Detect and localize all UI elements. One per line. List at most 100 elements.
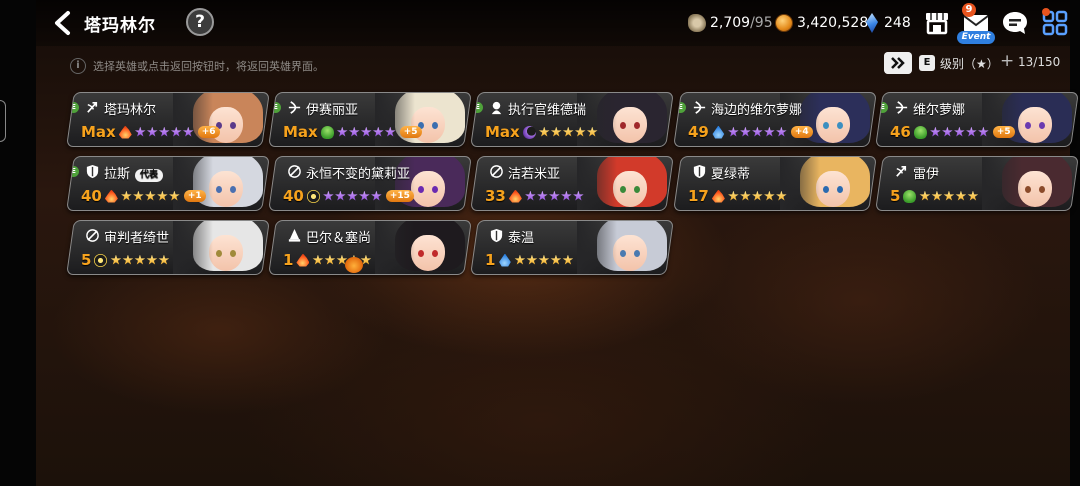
- left-screen-edge: [0, 0, 36, 486]
- star-icon: [324, 255, 335, 266]
- back-arrow-icon[interactable]: [50, 10, 74, 36]
- hero-card[interactable]: 海边的维尔萝娜 E 49 +4: [673, 92, 877, 147]
- sort-order-icon[interactable]: E: [919, 55, 935, 71]
- star-icon: [349, 127, 360, 138]
- hero-name: 审判者绮世: [104, 227, 169, 246]
- star-icon: [158, 255, 169, 266]
- hero-portrait: [375, 220, 472, 275]
- star-icon: [966, 127, 977, 138]
- hero-eye: [230, 122, 236, 129]
- hero-name-text: 维尔萝娜: [913, 103, 966, 118]
- hero-level: 40: [283, 187, 304, 205]
- hero-name: 塔玛林尔: [104, 99, 156, 118]
- crystal-resource[interactable]: 248: [866, 13, 911, 33]
- sort-toggle-button[interactable]: [884, 52, 912, 74]
- help-button[interactable]: ?: [186, 8, 214, 36]
- wood-element-icon: [320, 125, 334, 139]
- hero-card[interactable]: 夏绿蒂 17: [673, 156, 877, 211]
- hero-card[interactable]: 审判者绮世 5: [66, 220, 270, 275]
- hero-stats: Max +5: [283, 123, 422, 141]
- star-icon: [539, 127, 550, 138]
- star-icon: [563, 127, 574, 138]
- hero-eye: [1025, 122, 1031, 129]
- mail-count-badge: 9: [962, 3, 976, 17]
- fire-element-icon: [509, 190, 522, 203]
- hero-card[interactable]: 雷伊 5: [875, 156, 1079, 211]
- hero-eye: [1039, 122, 1045, 129]
- hero-card-content: 拉斯 代表 E 40 +1: [68, 156, 265, 211]
- expand-slots-button[interactable]: +: [1000, 52, 1014, 70]
- gold-resource[interactable]: 3,420,528: [775, 13, 868, 33]
- star-icon: [183, 127, 194, 138]
- star-rating: [539, 127, 599, 138]
- crystal-count: 248: [884, 15, 911, 31]
- sort-label[interactable]: 级别（★）: [940, 55, 999, 72]
- hero-face: [613, 171, 647, 207]
- side-handle[interactable]: [0, 100, 6, 142]
- hero-card[interactable]: 执行官维德瑞 E Max: [470, 92, 674, 147]
- chat-icon[interactable]: [1000, 8, 1030, 38]
- hero-card[interactable]: 伊赛丽亚 E Max +5: [268, 92, 472, 147]
- hero-card[interactable]: 泰温 1: [470, 220, 674, 275]
- right-screen-edge: [1070, 0, 1080, 486]
- hero-card[interactable]: 巴尔＆塞尚 1: [268, 220, 472, 275]
- hero-card[interactable]: 维尔萝娜 E 46 +5: [875, 92, 1079, 147]
- star-rating: [312, 255, 372, 266]
- pumpkin-icon: [345, 257, 363, 273]
- hero-portrait: [173, 220, 270, 275]
- hero-name: 伊赛丽亚: [306, 99, 358, 118]
- hero-card-content: 雷伊 5: [880, 156, 1074, 211]
- hero-face: [411, 171, 445, 207]
- star-icon: [740, 127, 751, 138]
- star-icon: [978, 127, 989, 138]
- star-icon: [549, 191, 560, 202]
- star-rating: [919, 191, 979, 202]
- dark-element-icon: [522, 125, 536, 139]
- event-badge[interactable]: Event: [957, 31, 995, 44]
- star-icon: [134, 255, 145, 266]
- hero-level: 49: [688, 123, 709, 141]
- hero-stats: 5: [890, 187, 979, 205]
- awaken-plus-badge: +1: [183, 190, 206, 202]
- hero-card-content: 永恒不变的黛莉亚 40 +15: [273, 156, 467, 211]
- star-icon: [323, 191, 334, 202]
- awaken-plus-badge: +6: [197, 126, 220, 138]
- star-icon: [337, 127, 348, 138]
- hero-name: 洁若米亚: [508, 163, 560, 182]
- star-icon: [335, 191, 346, 202]
- star-icon: [145, 191, 156, 202]
- shop-icon[interactable]: [922, 8, 952, 38]
- hero-eye: [230, 186, 236, 193]
- star-icon: [347, 191, 358, 202]
- star-icon: [955, 191, 966, 202]
- star-icon: [525, 191, 536, 202]
- hero-card[interactable]: 塔玛林尔 E Max +6: [66, 92, 270, 147]
- hero-card[interactable]: 永恒不变的黛莉亚 40 +15: [268, 156, 472, 211]
- star-rating: [323, 191, 383, 202]
- hero-name: 雷伊: [913, 163, 939, 182]
- hero-level: Max: [283, 123, 318, 141]
- hero-eye: [634, 250, 640, 257]
- hero-name-text: 审判者绮世: [104, 231, 170, 246]
- hero-card[interactable]: 拉斯 代表 E 40 +1: [66, 156, 270, 211]
- star-rating: [930, 127, 990, 138]
- hero-name: 海边的维尔萝娜: [711, 99, 802, 118]
- hero-eye: [837, 186, 843, 193]
- hero-face: [816, 107, 850, 143]
- star-icon: [752, 127, 763, 138]
- awaken-plus-badge: +4: [790, 126, 813, 138]
- hero-card[interactable]: 洁若米亚 33: [470, 156, 674, 211]
- crystal-icon: [866, 13, 878, 33]
- hero-card-content: 伊赛丽亚 E Max +5: [270, 92, 467, 147]
- light-element-icon: [306, 189, 320, 203]
- star-icon: [538, 255, 549, 266]
- star-rating: [728, 191, 788, 202]
- wood-element-icon: [913, 125, 927, 139]
- gold-count: 3,420,528: [797, 15, 869, 31]
- star-icon: [110, 255, 121, 266]
- star-icon: [561, 191, 572, 202]
- key-resource[interactable]: 2,709 /95: [688, 13, 773, 33]
- star-icon: [919, 191, 930, 202]
- hero-eye: [620, 250, 626, 257]
- star-icon: [312, 255, 323, 266]
